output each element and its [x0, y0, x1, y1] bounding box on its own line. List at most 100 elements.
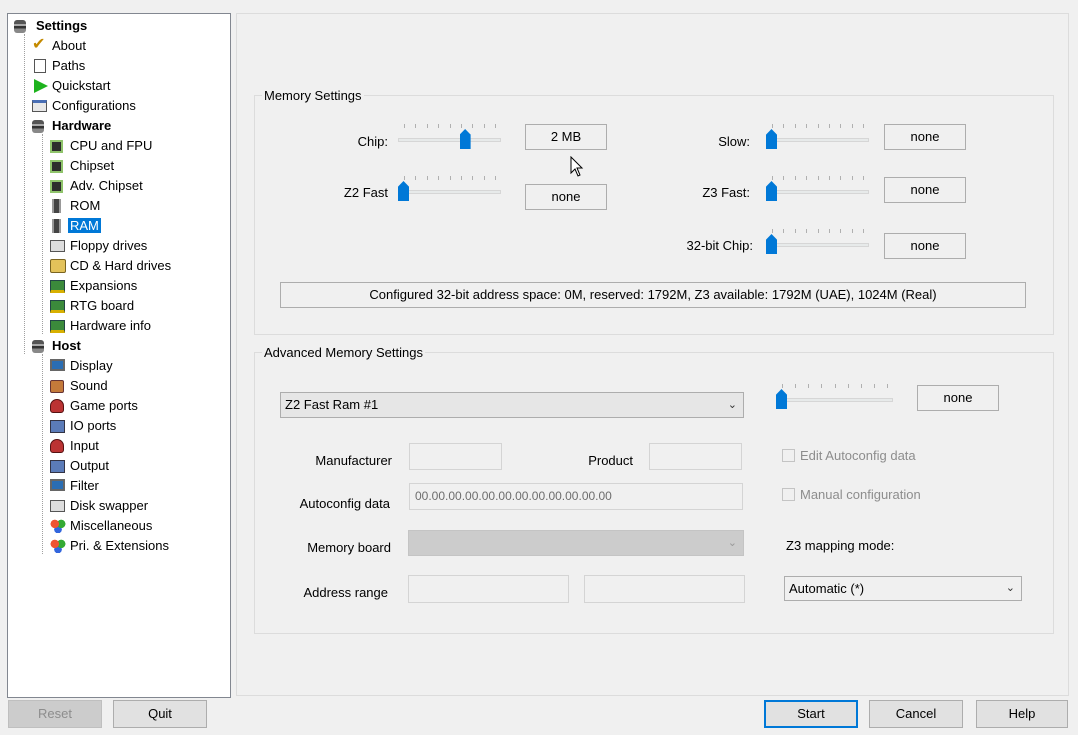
cancel-button[interactable]: Cancel	[869, 700, 963, 728]
manual-configuration-checkbox[interactable]: Manual configuration	[782, 487, 921, 502]
tree-item-input[interactable]: Input	[48, 436, 101, 456]
slow-slider[interactable]	[766, 124, 869, 150]
tree-item-cd-hd[interactable]: CD & Hard drives	[48, 256, 173, 276]
tree-item-settings[interactable]: Settings	[14, 16, 89, 36]
slider-thumb[interactable]	[776, 389, 787, 409]
tree-item-label: Filter	[70, 478, 99, 493]
tree-item-rom[interactable]: ROM	[48, 196, 102, 216]
slider-tick	[404, 176, 405, 180]
tree-item-rtg[interactable]: RTG board	[48, 296, 136, 316]
mouse-cursor-icon	[570, 156, 584, 177]
slider-tick	[795, 384, 797, 388]
tree-item-ioports[interactable]: IO ports	[48, 416, 118, 436]
info-card-icon	[50, 320, 65, 333]
tree-item-pri-ext[interactable]: Pri. & Extensions	[48, 536, 171, 556]
slider-track	[766, 190, 869, 194]
slider-thumb[interactable]	[459, 129, 471, 149]
tree-item-output[interactable]: Output	[48, 456, 111, 476]
tree-item-about[interactable]: ✔ About	[28, 36, 88, 56]
chip32-slider[interactable]	[766, 229, 869, 255]
tree-item-label: Display	[70, 358, 113, 373]
memory-board-select[interactable]: Z2 Fast Ram #1 ⌄	[280, 392, 744, 418]
chip-label: Chip:	[357, 134, 388, 149]
tree-item-paths[interactable]: Paths	[28, 56, 87, 76]
slider-tick	[472, 176, 474, 180]
checkbox-box[interactable]	[782, 449, 795, 462]
chip-slider[interactable]	[398, 124, 501, 150]
tree-item-filter[interactable]: Filter	[48, 476, 101, 496]
tree-item-floppy[interactable]: Floppy drives	[48, 236, 149, 256]
slider-track	[398, 138, 501, 142]
tree-item-label: Hardware	[52, 118, 112, 133]
slider-ticks	[404, 176, 496, 180]
tree-item-ram[interactable]: RAM	[48, 216, 101, 236]
board-size-slider[interactable]	[776, 384, 893, 410]
tree-item-expansions[interactable]: Expansions	[48, 276, 139, 296]
advanced-memory-title: Advanced Memory Settings	[262, 345, 425, 360]
tree-item-adv-chipset[interactable]: Adv. Chipset	[48, 176, 145, 196]
slider-tick	[460, 176, 462, 180]
tree-item-quickstart[interactable]: Quickstart	[28, 76, 113, 96]
slider-thumb[interactable]	[766, 181, 777, 201]
chip-value: 2 MB	[525, 124, 607, 150]
tree-item-display[interactable]: Display	[48, 356, 115, 376]
slider-tick	[840, 176, 842, 180]
network-icon	[50, 420, 65, 433]
slider-thumb[interactable]	[398, 181, 409, 201]
slider-thumb[interactable]	[766, 129, 777, 149]
tree-item-label: Miscellaneous	[70, 518, 153, 533]
slider-tick	[438, 124, 440, 128]
tree-item-label: Paths	[52, 58, 86, 73]
tree-item-chipset[interactable]: Chipset	[48, 156, 116, 176]
balls-icon	[50, 539, 66, 553]
tree-item-label: Output	[70, 458, 110, 473]
z3-mapping-select[interactable]: Automatic (*) ⌄	[784, 576, 1022, 601]
tree-item-configurations[interactable]: Configurations	[28, 96, 138, 116]
slow-value: none	[884, 124, 966, 150]
slider-tick	[483, 176, 485, 180]
slider-tick	[808, 384, 810, 388]
tree-item-gameports[interactable]: Game ports	[48, 396, 140, 416]
slider-tick	[840, 229, 842, 233]
address-range-end[interactable]	[584, 575, 745, 603]
slider-tick	[449, 124, 451, 128]
tree-item-diskswapper[interactable]: Disk swapper	[48, 496, 150, 516]
slider-tick	[782, 384, 783, 388]
board-size-value: none	[917, 385, 999, 411]
slider-tick	[847, 384, 849, 388]
tree-item-label: Sound	[70, 378, 108, 393]
tree-item-cpu[interactable]: CPU and FPU	[48, 136, 154, 156]
z2-fast-value: none	[525, 184, 607, 210]
settings-tree[interactable]: Settings ✔ About Paths Quickstart Config…	[7, 13, 231, 698]
z3-fast-slider[interactable]	[766, 176, 869, 202]
start-button[interactable]: Start	[764, 700, 858, 728]
slider-tick	[828, 124, 830, 128]
edit-autoconfig-checkbox[interactable]: Edit Autoconfig data	[782, 448, 916, 463]
quit-button[interactable]: Quit	[113, 700, 207, 728]
z2-fast-slider[interactable]	[398, 176, 501, 202]
tree-item-label: Quickstart	[52, 78, 111, 93]
address-range-label: Address range	[303, 585, 388, 600]
slider-ticks	[782, 384, 888, 388]
slider-tick	[821, 384, 823, 388]
tree-item-sound[interactable]: Sound	[48, 376, 110, 396]
address-range-start[interactable]	[408, 575, 569, 603]
tree-item-misc[interactable]: Miscellaneous	[48, 516, 154, 536]
manual-configuration-label: Manual configuration	[800, 487, 921, 502]
checkbox-box[interactable]	[782, 488, 795, 501]
slider-track	[766, 243, 869, 247]
tree-item-hardware[interactable]: Hardware	[32, 116, 113, 136]
slider-tick	[794, 176, 796, 180]
slider-thumb[interactable]	[766, 234, 777, 254]
memory-board-dropdown[interactable]: ⌄	[408, 530, 744, 556]
product-field[interactable]	[649, 443, 742, 470]
slider-ticks	[772, 124, 864, 128]
manufacturer-field[interactable]	[409, 443, 502, 470]
help-button[interactable]: Help	[976, 700, 1068, 728]
tree-item-host[interactable]: Host	[32, 336, 83, 356]
tree-item-hwinfo[interactable]: Hardware info	[48, 316, 153, 336]
chip32-value: none	[884, 233, 966, 259]
z2-fast-label: Z2 Fast	[343, 185, 388, 200]
autoconfig-field[interactable]: 00.00.00.00.00.00.00.00.00.00.00.00	[409, 483, 743, 510]
reset-button[interactable]: Reset	[8, 700, 102, 728]
